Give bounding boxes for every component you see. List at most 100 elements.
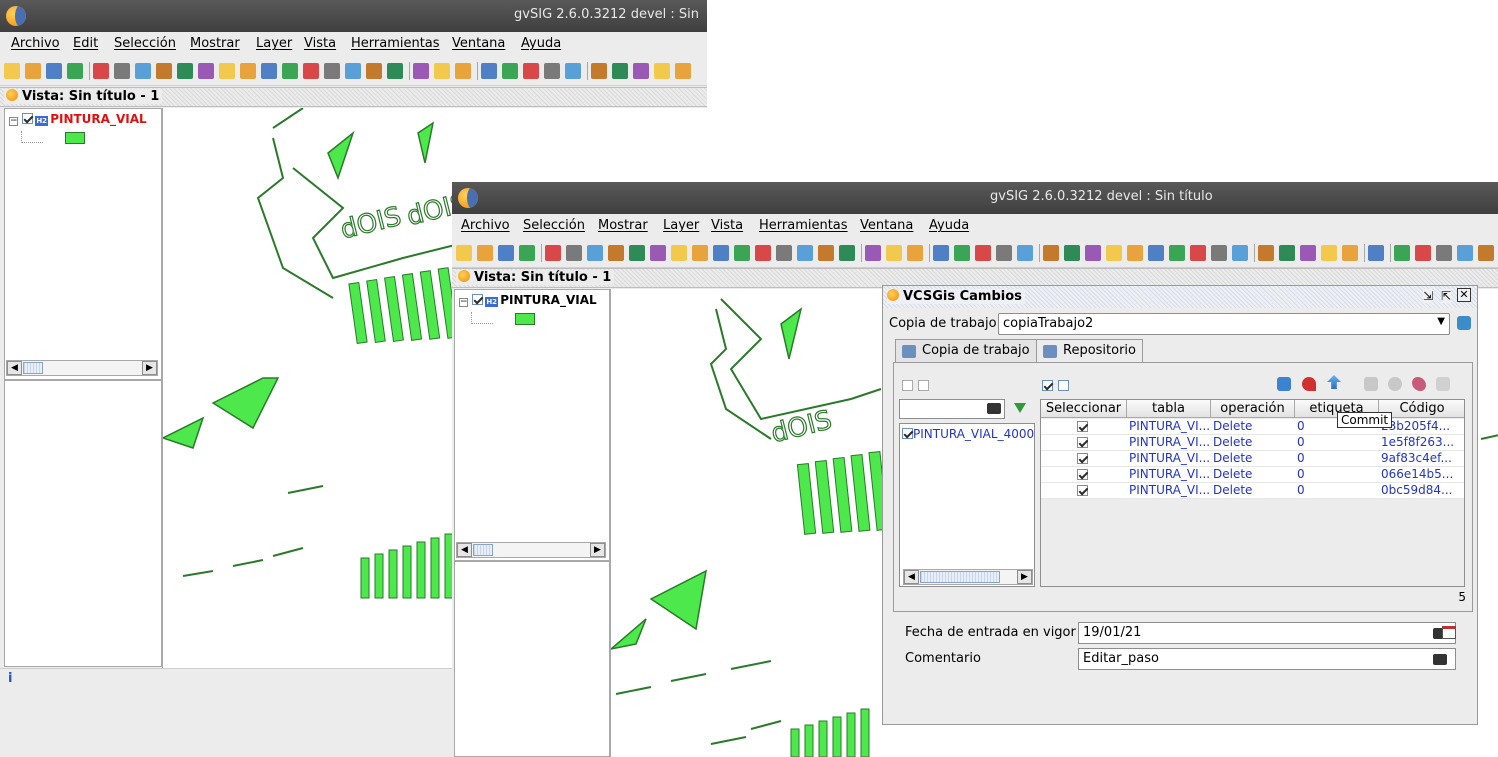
toolbar-tool-icon[interactable]: [1279, 245, 1295, 261]
back-toc-scrollbar[interactable]: ◀ ▶: [6, 360, 158, 376]
col-seleccionar[interactable]: Seleccionar: [1041, 400, 1127, 418]
toolbar-tool-icon[interactable]: [933, 245, 949, 261]
clear-filter-icon[interactable]: [987, 403, 1001, 414]
toolbar-tool-icon[interactable]: [818, 245, 834, 261]
toolbar-tool-icon[interactable]: [1232, 245, 1248, 261]
toolbar-tool-icon[interactable]: [1258, 245, 1274, 261]
database-icon[interactable]: [1457, 316, 1471, 330]
toolbar-tool-icon[interactable]: [1043, 245, 1059, 261]
toolbar-tool-icon[interactable]: [1148, 245, 1164, 261]
export-icon[interactable]: [1436, 377, 1450, 391]
list-item[interactable]: PINTURA_VIAL_4000: [902, 427, 1034, 441]
toolbar-tool-icon[interactable]: [797, 245, 813, 261]
refresh-icon[interactable]: [1277, 377, 1291, 391]
working-copy-select[interactable]: copiaTrabajo2 ▼: [998, 313, 1450, 335]
toolbar-tool-icon[interactable]: [261, 63, 277, 79]
front-toc-scrollbar[interactable]: ◀ ▶: [456, 542, 606, 558]
menu-mostrar[interactable]: Mostrar: [598, 218, 648, 233]
front-title-bar[interactable]: gvSIG 2.6.0.3212 devel : Sin título: [452, 182, 1498, 214]
scroll-left-icon[interactable]: ◀: [7, 361, 22, 375]
toolbar-tool-icon[interactable]: [498, 245, 514, 261]
toolbar-tool-icon[interactable]: [886, 245, 902, 261]
scroll-right-icon[interactable]: ▶: [142, 361, 157, 375]
toolbar-tool-icon[interactable]: [282, 63, 298, 79]
minimize-icon[interactable]: ⇲: [1422, 289, 1433, 303]
tab-copia-de-trabajo[interactable]: Copia de trabajo: [895, 339, 1037, 363]
menu-herramientas[interactable]: Herramientas: [351, 36, 440, 51]
menu-mostrar[interactable]: Mostrar: [190, 36, 240, 51]
toolbar-tool-icon[interactable]: [1300, 245, 1316, 261]
toolbar-tool-icon[interactable]: [1436, 245, 1452, 261]
menu-layer[interactable]: Layer: [663, 218, 699, 233]
show-form-icon[interactable]: [1364, 377, 1378, 391]
toolbar-tool-icon[interactable]: [1394, 245, 1410, 261]
front-layer-name[interactable]: PINTURA_VIAL: [500, 293, 596, 307]
toolbar-tool-icon[interactable]: [1127, 245, 1143, 261]
toolbar-tool-icon[interactable]: [46, 63, 62, 79]
toolbar-tool-icon[interactable]: [755, 245, 771, 261]
tab-repositorio[interactable]: Repositorio: [1036, 339, 1143, 363]
tree-collapse-icon[interactable]: −: [9, 117, 18, 126]
select-all-layers-checkbox[interactable]: [902, 380, 913, 391]
scroll-right-icon[interactable]: ▶: [1017, 570, 1032, 584]
toolbar-tool-icon[interactable]: [455, 63, 471, 79]
toolbar-tool-icon[interactable]: [345, 63, 361, 79]
toolbar-tool-icon[interactable]: [1211, 245, 1227, 261]
toolbar-tool-icon[interactable]: [434, 63, 450, 79]
toolbar-tool-icon[interactable]: [1064, 245, 1080, 261]
row-select-checkbox[interactable]: [1077, 469, 1088, 480]
menu-herramientas[interactable]: Herramientas: [759, 218, 848, 233]
toolbar-tool-icon[interactable]: [734, 245, 750, 261]
menu-archivo[interactable]: Archivo: [461, 218, 510, 233]
toolbar-tool-icon[interactable]: [477, 245, 493, 261]
toolbar-tool-icon[interactable]: [1368, 245, 1384, 261]
toolbar-tool-icon[interactable]: [671, 245, 687, 261]
toolbar-tool-icon[interactable]: [675, 63, 691, 79]
toolbar-tool-icon[interactable]: [566, 245, 582, 261]
menu-edit[interactable]: Edit: [73, 36, 98, 51]
toolbar-tool-icon[interactable]: [713, 245, 729, 261]
toolbar-tool-icon[interactable]: [996, 245, 1012, 261]
toolbar-tool-icon[interactable]: [219, 63, 235, 79]
menu-ventana[interactable]: Ventana: [452, 36, 505, 51]
dialog-title-bar[interactable]: VCSGis Cambios ⇲ ⇱ ✕: [883, 286, 1477, 308]
toolbar-tool-icon[interactable]: [1457, 245, 1473, 261]
toolbar-tool-icon[interactable]: [456, 245, 472, 261]
toolbar-tool-icon[interactable]: [629, 245, 645, 261]
clear-comment-icon[interactable]: [1433, 654, 1447, 665]
toolbar-tool-icon[interactable]: [1342, 245, 1358, 261]
toolbar-tool-icon[interactable]: [135, 63, 151, 79]
table-row[interactable]: PINTURA_VI... Delete 0 1e5f8f263...: [1041, 435, 1464, 451]
scroll-left-icon[interactable]: ◀: [457, 543, 472, 557]
toolbar-tool-icon[interactable]: [633, 63, 649, 79]
menu-archivo[interactable]: Archivo: [11, 36, 60, 51]
toolbar-tool-icon[interactable]: [612, 63, 628, 79]
toolbar-tool-icon[interactable]: [975, 245, 991, 261]
menu-ventana[interactable]: Ventana: [860, 218, 913, 233]
toolbar-tool-icon[interactable]: [1478, 245, 1494, 261]
filter-icon[interactable]: [1014, 403, 1026, 413]
toolbar-tool-icon[interactable]: [366, 63, 382, 79]
scroll-left-icon[interactable]: ◀: [904, 570, 919, 584]
menu-ayuda[interactable]: Ayuda: [521, 36, 561, 51]
comment-input[interactable]: Editar_paso: [1078, 648, 1456, 670]
layer-visibility-checkbox[interactable]: [472, 294, 484, 305]
date-input[interactable]: 19/01/21: [1078, 622, 1456, 644]
calendar-icon[interactable]: [1442, 626, 1456, 639]
toolbar-tool-icon[interactable]: [1106, 245, 1122, 261]
col-tabla[interactable]: tabla: [1127, 400, 1211, 418]
toolbar-tool-icon[interactable]: [654, 63, 670, 79]
back-layer-name[interactable]: PINTURA_VIAL: [50, 112, 146, 126]
maximize-icon[interactable]: ⇱: [1440, 289, 1451, 303]
table-row[interactable]: PINTURA_VI... Delete 0 0bc59d84...: [1041, 483, 1464, 499]
toolbar-tool-icon[interactable]: [1321, 245, 1337, 261]
layer-list-scrollbar[interactable]: ◀ ▶: [903, 569, 1033, 585]
toolbar-tool-icon[interactable]: [587, 245, 603, 261]
toolbar-tool-icon[interactable]: [865, 245, 881, 261]
menu-seleccion[interactable]: Selección: [114, 36, 176, 51]
layer-checkbox[interactable]: [902, 428, 913, 439]
toolbar-tool-icon[interactable]: [481, 63, 497, 79]
toolbar-tool-icon[interactable]: [544, 63, 560, 79]
row-select-checkbox[interactable]: [1077, 437, 1088, 448]
toolbar-tool-icon[interactable]: [954, 245, 970, 261]
